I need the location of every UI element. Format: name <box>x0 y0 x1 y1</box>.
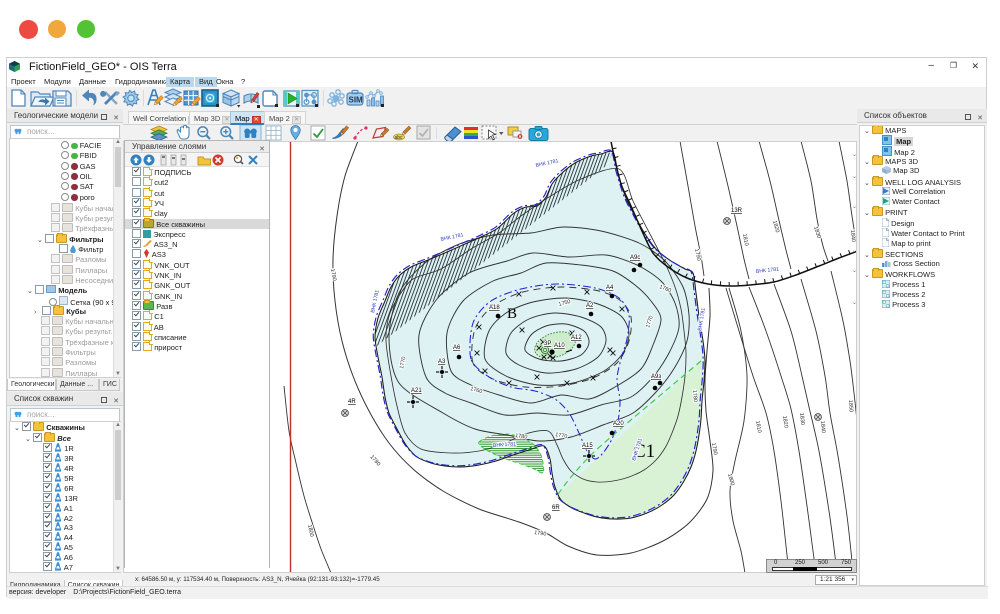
svg-text:1830: 1830 <box>798 413 805 426</box>
svg-text:6R: 6R <box>552 505 560 511</box>
svg-text:1850: 1850 <box>847 400 854 413</box>
svg-text:ВНК 1781: ВНК 1781 <box>756 267 780 275</box>
svg-text:1840: 1840 <box>849 230 856 243</box>
svg-text:1800: 1800 <box>306 524 314 537</box>
svg-text:3Р: 3Р <box>544 341 551 347</box>
svg-text:1780: 1780 <box>369 454 382 467</box>
svg-text:1800: 1800 <box>726 473 735 486</box>
svg-text:ВНК 1781: ВНК 1781 <box>535 158 559 169</box>
svg-text:А21: А21 <box>411 388 422 394</box>
svg-text:1820: 1820 <box>781 415 789 428</box>
svg-text:SIM: SIM <box>349 96 364 105</box>
svg-text:1840: 1840 <box>819 421 826 434</box>
svg-text:А20: А20 <box>613 421 624 427</box>
svg-text:А15: А15 <box>582 443 593 449</box>
svg-text:А6: А6 <box>453 345 461 351</box>
svg-text:1810: 1810 <box>741 233 749 246</box>
svg-text:1820: 1820 <box>771 220 780 233</box>
svg-text:А18: А18 <box>489 305 500 311</box>
svg-text:ВНК 1781: ВНК 1781 <box>440 232 464 243</box>
svg-text:4R: 4R <box>348 399 356 405</box>
svg-text:1790: 1790 <box>693 248 701 261</box>
svg-text:B: B <box>507 306 517 322</box>
svg-text:1780: 1780 <box>691 390 698 403</box>
svg-text:А9з: А9з <box>651 374 661 380</box>
svg-text:13R: 13R <box>731 208 743 214</box>
svg-text:А10: А10 <box>554 343 565 349</box>
svg-text:1790: 1790 <box>534 530 547 538</box>
svg-text:А2: А2 <box>586 303 594 309</box>
svg-text:1830: 1830 <box>812 226 821 240</box>
svg-text:А3: А3 <box>438 359 446 365</box>
svg-text:А9с: А9с <box>630 255 640 261</box>
svg-text:1810: 1810 <box>754 420 762 433</box>
svg-text:А4: А4 <box>606 285 614 291</box>
svg-text:А12: А12 <box>571 335 582 341</box>
svg-text:1790: 1790 <box>329 268 337 281</box>
